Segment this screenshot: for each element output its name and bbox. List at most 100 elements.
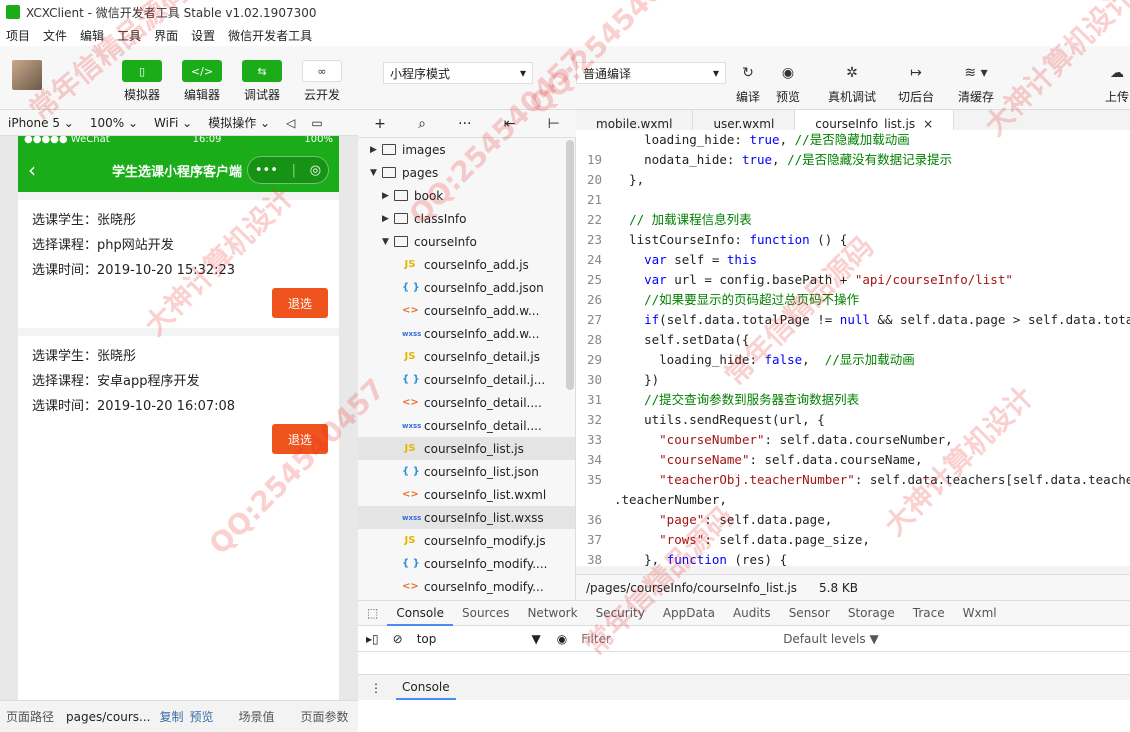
volume-icon[interactable]: ◁	[278, 116, 303, 130]
network-select[interactable]: WiFi ⌄	[146, 116, 200, 130]
devtools-tab-console[interactable]: Console	[387, 600, 453, 626]
tree-item[interactable]: { } courseInfo_add.json	[358, 276, 575, 299]
tree-item-label: courseInfo_modify...	[424, 579, 544, 594]
withdraw-button[interactable]: 退选	[272, 424, 328, 454]
tree-item[interactable]: wxss courseInfo_list.wxss	[358, 506, 575, 529]
app-icon	[6, 5, 20, 19]
tree-item[interactable]: JS courseInfo_add.js	[358, 253, 575, 276]
drawer-tab-console[interactable]: Console	[396, 676, 456, 700]
upload-button[interactable]: ☁ 上传	[1104, 62, 1130, 105]
caret-right-icon[interactable]: ▶	[370, 145, 382, 155]
zoom-select[interactable]: 100% ⌄	[82, 116, 146, 130]
tree-item[interactable]: ▶ classInfo	[358, 207, 575, 230]
params-button[interactable]: 页面参数	[295, 708, 355, 725]
devtools-tab-network[interactable]: Network	[518, 600, 586, 626]
eye-icon[interactable]: ◉	[549, 632, 575, 646]
console-output[interactable]	[358, 652, 1130, 674]
tree-item[interactable]: { } courseInfo_modify....	[358, 552, 575, 575]
code-text: listCourseInfo: function () {	[614, 232, 848, 247]
context-select[interactable]: top ▼	[409, 632, 549, 646]
log-levels-select[interactable]: Default levels ▼	[775, 632, 887, 646]
debug-icon: ⇆	[242, 60, 282, 82]
sidebar-toggle-icon[interactable]: ▸▯	[358, 632, 387, 646]
background-button[interactable]: ↦ 切后台	[896, 62, 936, 105]
tree-item[interactable]: ▶ book	[358, 184, 575, 207]
capsule-menu[interactable]: ••• | ◎	[247, 156, 329, 184]
devtools-tab-storage[interactable]: Storage	[839, 600, 904, 626]
tree-item[interactable]: <> courseInfo_detail....	[358, 391, 575, 414]
devtools-tab-sensor[interactable]: Sensor	[780, 600, 839, 626]
remote-debug-button[interactable]: ✲ 真机调试	[827, 62, 877, 105]
tree-item[interactable]: { } courseInfo_detail.j...	[358, 368, 575, 391]
copy-link[interactable]: 复制	[156, 708, 186, 725]
close-icon[interactable]: ×	[923, 117, 933, 131]
clear-cache-button[interactable]: ≋ ▾ 清缓存	[956, 62, 996, 105]
search-icon[interactable]: ⌕	[418, 116, 426, 132]
caret-down-icon[interactable]: ▼	[370, 168, 382, 178]
withdraw-button[interactable]: 退选	[272, 288, 328, 318]
menu-item[interactable]: 微信开发者工具	[228, 27, 312, 44]
preview-link[interactable]: 预览	[186, 708, 216, 725]
tree-item[interactable]: JS courseInfo_list.js	[358, 437, 575, 460]
devtools-tab-audits[interactable]: Audits	[724, 600, 780, 626]
device-select[interactable]: iPhone 5 ⌄	[0, 116, 82, 130]
menu-item[interactable]: 工具	[117, 27, 141, 44]
compile-button[interactable]: ↻ 编译	[734, 62, 762, 105]
menu-item[interactable]: 项目	[6, 27, 30, 44]
devtools-tab-wxml[interactable]: Wxml	[954, 600, 1006, 626]
tree-item-label: courseInfo_add.js	[424, 257, 529, 272]
menu-bar: 项目 文件 编辑 工具 界面 设置 微信开发者工具	[0, 24, 1130, 46]
menu-item[interactable]: 界面	[154, 27, 178, 44]
menu-item[interactable]: 编辑	[80, 27, 104, 44]
scene-button[interactable]: 场景值	[233, 708, 281, 725]
simulator-button[interactable]: ▯ 模拟器	[120, 60, 164, 103]
code-editor[interactable]: loading_hide: true, //是否隐藏加载动画 19 nodata_…	[576, 130, 1130, 566]
inspect-icon[interactable]: ⬚	[358, 600, 387, 626]
menu-item[interactable]: 设置	[191, 27, 215, 44]
tree-item[interactable]: { } courseInfo_list.json	[358, 460, 575, 483]
add-icon[interactable]: +	[374, 116, 386, 132]
console-filter-input[interactable]	[575, 628, 776, 649]
editor-button[interactable]: </> 编辑器	[180, 60, 224, 103]
mode-select[interactable]: 小程序模式 ▾	[383, 62, 533, 84]
preview-button[interactable]: ◉ 预览	[774, 62, 802, 105]
tree-item[interactable]: <> courseInfo_list.wxml	[358, 483, 575, 506]
tree-item[interactable]: wxss courseInfo_add.w...	[358, 322, 575, 345]
menu-item[interactable]: 文件	[43, 27, 67, 44]
code-line: 32 utils.sendRequest(url, {	[576, 410, 1130, 430]
caret-right-icon[interactable]: ▶	[382, 191, 394, 201]
tree-item[interactable]: JS courseInfo_detail.js	[358, 345, 575, 368]
tree-item[interactable]: <> courseInfo_add.w...	[358, 299, 575, 322]
close-circle-icon[interactable]: ◎	[310, 163, 321, 178]
devtools-tab-trace[interactable]: Trace	[904, 600, 954, 626]
debugger-button[interactable]: ⇆ 调试器	[240, 60, 284, 103]
code-text: var self = this	[644, 252, 758, 267]
user-avatar[interactable]	[12, 60, 42, 90]
back-icon[interactable]: ‹	[28, 158, 36, 182]
layers-icon: ≋ ▾	[964, 65, 988, 81]
clear-console-icon[interactable]: ⊘	[387, 632, 409, 646]
tree-item[interactable]: ▼ pages	[358, 161, 575, 184]
caret-down-icon[interactable]: ▼	[382, 237, 394, 247]
refresh-icon: ↻	[742, 65, 754, 81]
collapse-icon[interactable]: ⇤	[504, 116, 516, 132]
tree-item[interactable]: ▼ courseInfo	[358, 230, 575, 253]
compile-mode-select[interactable]: 普通编译 ▾	[576, 62, 726, 84]
more-icon[interactable]: ···	[458, 116, 471, 132]
tree-item[interactable]: <> courseInfo_modify...	[358, 575, 575, 598]
tree-item[interactable]: JS courseInfo_modify.js	[358, 529, 575, 552]
line-number: 24	[586, 252, 602, 267]
ops-select[interactable]: 模拟操作 ⌄	[200, 114, 278, 131]
devtools-tab-appdata[interactable]: AppData	[654, 600, 724, 626]
cloud-button[interactable]: ∞ 云开发	[300, 60, 344, 103]
tree-item[interactable]: ▶ images	[358, 138, 575, 161]
devtools-tab-security[interactable]: Security	[587, 600, 654, 626]
drawer-menu-icon[interactable]: ⋮	[358, 681, 396, 695]
tree-scrollbar[interactable]	[566, 140, 574, 390]
caret-right-icon[interactable]: ▶	[382, 214, 394, 224]
more-icon[interactable]: •••	[255, 163, 278, 178]
rotate-icon[interactable]: ▭	[303, 116, 330, 130]
devtools-tab-sources[interactable]: Sources	[453, 600, 518, 626]
split-icon[interactable]: ⊢	[548, 116, 560, 132]
tree-item[interactable]: wxss courseInfo_detail....	[358, 414, 575, 437]
